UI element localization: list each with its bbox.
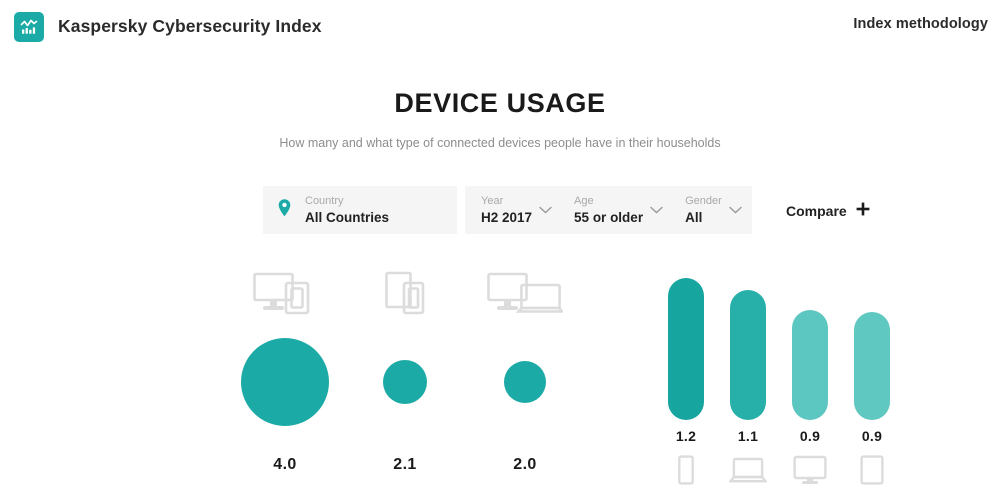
age-field-text: Age 55 or older xyxy=(574,195,643,225)
filter-bar: Country All Countries Year H2 2017 Age 5… xyxy=(263,186,752,234)
brand[interactable]: Kaspersky Cybersecurity Index xyxy=(14,11,322,42)
bar-shape xyxy=(854,312,890,420)
bar-plot-area xyxy=(717,262,779,420)
bubble-item[interactable]: 2.1 xyxy=(345,262,465,474)
desktop-tablet-phone-icon xyxy=(225,262,345,324)
bubble-value: 4.0 xyxy=(273,456,297,473)
desktop-icon xyxy=(779,452,841,488)
country-label: Country xyxy=(305,195,344,207)
year-label: Year xyxy=(481,195,504,207)
compare-label: Compare xyxy=(786,202,847,219)
bar-shape xyxy=(668,278,704,420)
bar-value: 0.9 xyxy=(861,428,883,444)
bar-shape xyxy=(730,290,766,420)
bar-item[interactable]: 1.1 xyxy=(717,262,779,492)
tablet-phone-icon xyxy=(345,262,465,324)
chevron-down-icon[interactable] xyxy=(539,201,552,219)
age-filter[interactable]: Age 55 or older xyxy=(574,195,663,225)
bubble-shape xyxy=(504,361,546,403)
plus-icon xyxy=(856,202,870,219)
bubble-shape-wrap xyxy=(345,324,465,440)
map-pin-icon xyxy=(277,198,292,223)
smartphone-icon xyxy=(655,452,717,488)
page-subtitle: How many and what type of connected devi… xyxy=(279,136,721,150)
chart-logo-icon xyxy=(14,11,44,42)
brand-name: Kaspersky Cybersecurity Index xyxy=(58,16,322,36)
age-label: Age xyxy=(574,195,594,207)
laptop-icon xyxy=(717,452,779,488)
country-field-text: Country All Countries xyxy=(305,195,389,225)
app-header: Kaspersky Cybersecurity Index Index meth… xyxy=(0,0,1000,53)
bubble-shape-wrap xyxy=(225,324,345,440)
bar-item[interactable]: 0.9 xyxy=(841,262,903,492)
gender-filter[interactable]: Gender All xyxy=(685,195,742,225)
bubble-item[interactable]: 2.0 xyxy=(465,262,585,474)
index-methodology-link[interactable]: Index methodology xyxy=(853,16,988,32)
device-type-bar-chart: 1.2 1.1 0.9 0.9 xyxy=(655,262,905,492)
bubble-shape xyxy=(383,360,427,404)
tablet-icon xyxy=(841,452,903,488)
bubble-value: 2.1 xyxy=(393,456,417,473)
device-usage-page: Kaspersky Cybersecurity Index Index meth… xyxy=(0,0,1000,500)
page-title: DEVICE USAGE xyxy=(394,88,606,118)
bar-shape xyxy=(792,310,828,420)
bar-value: 1.1 xyxy=(737,428,759,444)
bubble-value: 2.0 xyxy=(513,456,537,473)
gender-value: All xyxy=(685,210,703,225)
year-value: H2 2017 xyxy=(481,210,533,225)
year-filter[interactable]: Year H2 2017 xyxy=(481,195,552,225)
gender-label: Gender xyxy=(685,195,722,207)
country-value: All Countries xyxy=(305,210,390,225)
bubble-item[interactable]: 4.0 xyxy=(225,262,345,474)
age-value: 55 or older xyxy=(574,210,644,225)
bubble-shape xyxy=(241,338,329,426)
desktop-laptop-icon xyxy=(465,262,585,324)
chevron-down-icon[interactable] xyxy=(729,201,742,219)
year-field-text: Year H2 2017 xyxy=(481,195,532,225)
bar-value: 0.9 xyxy=(799,428,821,444)
attribute-filters: Year H2 2017 Age 55 or older Gender All xyxy=(465,186,752,234)
bar-plot-area xyxy=(841,262,903,420)
bar-value: 1.2 xyxy=(675,428,697,444)
device-combination-bubble-chart: 4.0 2.1 2.0 xyxy=(225,262,620,492)
compare-button[interactable]: Compare xyxy=(786,202,870,219)
bar-item[interactable]: 1.2 xyxy=(655,262,717,492)
bar-plot-area xyxy=(779,262,841,420)
bar-item[interactable]: 0.9 xyxy=(779,262,841,492)
gender-field-text: Gender All xyxy=(685,195,722,225)
bar-plot-area xyxy=(655,262,717,420)
bubble-shape-wrap xyxy=(465,324,585,440)
chevron-down-icon[interactable] xyxy=(650,201,663,219)
country-filter[interactable]: Country All Countries xyxy=(263,186,457,234)
